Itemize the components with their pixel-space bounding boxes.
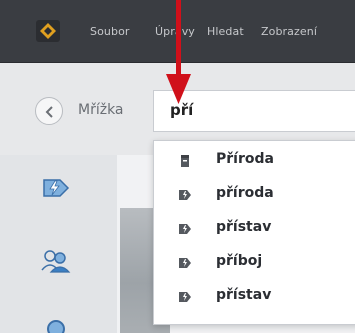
tag-icon (178, 221, 192, 235)
suggestion-label: přístav (216, 219, 272, 235)
suggestion-item[interactable]: příroda (154, 177, 355, 211)
suggestion-label: příboj (216, 253, 263, 269)
search-icon[interactable] (44, 318, 70, 333)
search-value: pří (170, 101, 194, 119)
app-logo-icon[interactable] (36, 20, 60, 42)
search-input[interactable]: pří (153, 90, 355, 132)
suggestion-item[interactable]: Příroda (154, 143, 355, 177)
collection-icon (178, 153, 192, 167)
chevron-left-icon (45, 106, 53, 118)
menu-zobrazeni[interactable]: Zobrazení (261, 25, 317, 38)
menu-hledat[interactable]: Hledat (207, 25, 244, 38)
breadcrumb[interactable]: Mřížka (78, 102, 124, 118)
tag-icon (178, 255, 192, 269)
menu-upravy[interactable]: Úpravy (155, 25, 195, 38)
menubar: Soubor Úpravy Hledat Zobrazení (0, 0, 355, 63)
suggestion-item[interactable]: přístav (154, 279, 355, 313)
tag-icon (178, 187, 192, 201)
suggestion-item[interactable]: příboj (154, 245, 355, 279)
tag-icon (178, 289, 192, 303)
suggestion-label: přístav (216, 287, 272, 303)
lightning-tag-icon[interactable] (40, 176, 72, 200)
people-icon[interactable] (40, 248, 72, 274)
suggestion-label: Příroda (216, 151, 274, 167)
menu-soubor[interactable]: Soubor (90, 25, 130, 38)
suggestion-item[interactable]: přístav (154, 211, 355, 245)
back-button[interactable] (35, 97, 63, 125)
autocomplete-dropdown: Příroda příroda přístav příboj přístav (153, 140, 355, 325)
suggestion-label: příroda (216, 185, 274, 201)
